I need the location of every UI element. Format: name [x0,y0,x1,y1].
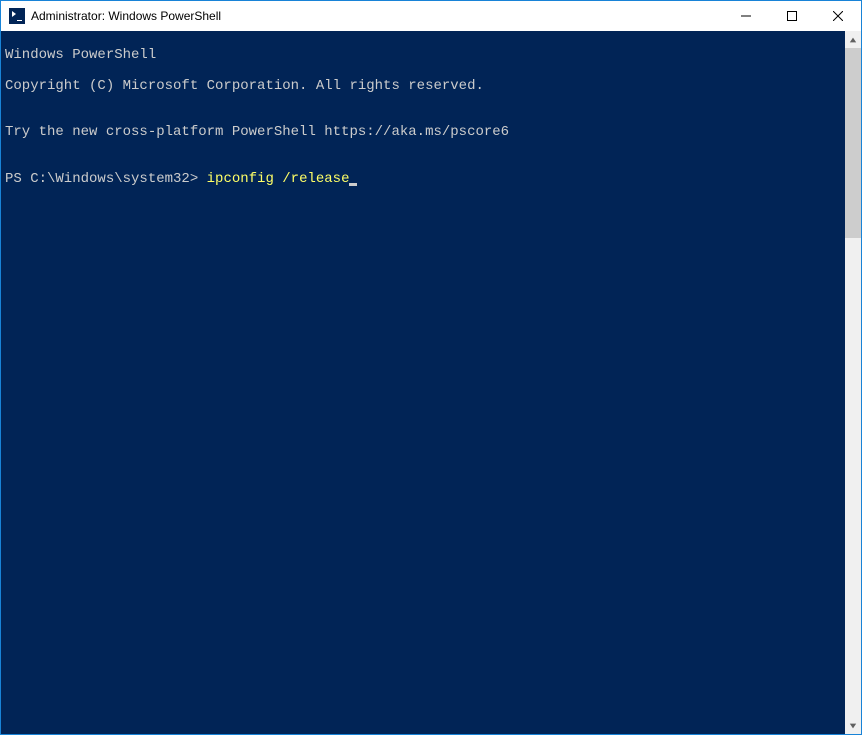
output-line: Windows PowerShell [5,48,841,63]
scroll-down-button[interactable] [845,717,861,734]
scrollbar-thumb[interactable] [845,48,861,238]
terminal[interactable]: Windows PowerShell Copyright (C) Microso… [1,31,845,734]
powershell-icon [9,8,25,24]
scrollbar-track[interactable] [845,48,861,717]
output-line: Copyright (C) Microsoft Corporation. All… [5,79,841,94]
command: ipconfig [207,171,274,187]
prompt-line: PS C:\Windows\system32> ipconfig /releas… [5,172,841,187]
terminal-container: Windows PowerShell Copyright (C) Microso… [1,31,861,734]
window-title: Administrator: Windows PowerShell [31,9,723,23]
scroll-up-button[interactable] [845,31,861,48]
cursor [349,183,357,186]
output-line: Try the new cross-platform PowerShell ht… [5,125,841,140]
close-button[interactable] [815,1,861,31]
scrollbar[interactable] [845,31,861,734]
minimize-button[interactable] [723,1,769,31]
window-controls [723,1,861,31]
maximize-button[interactable] [769,1,815,31]
titlebar[interactable]: Administrator: Windows PowerShell [1,1,861,31]
prompt: PS C:\Windows\system32> [5,171,207,187]
command-arg: /release [274,171,350,187]
